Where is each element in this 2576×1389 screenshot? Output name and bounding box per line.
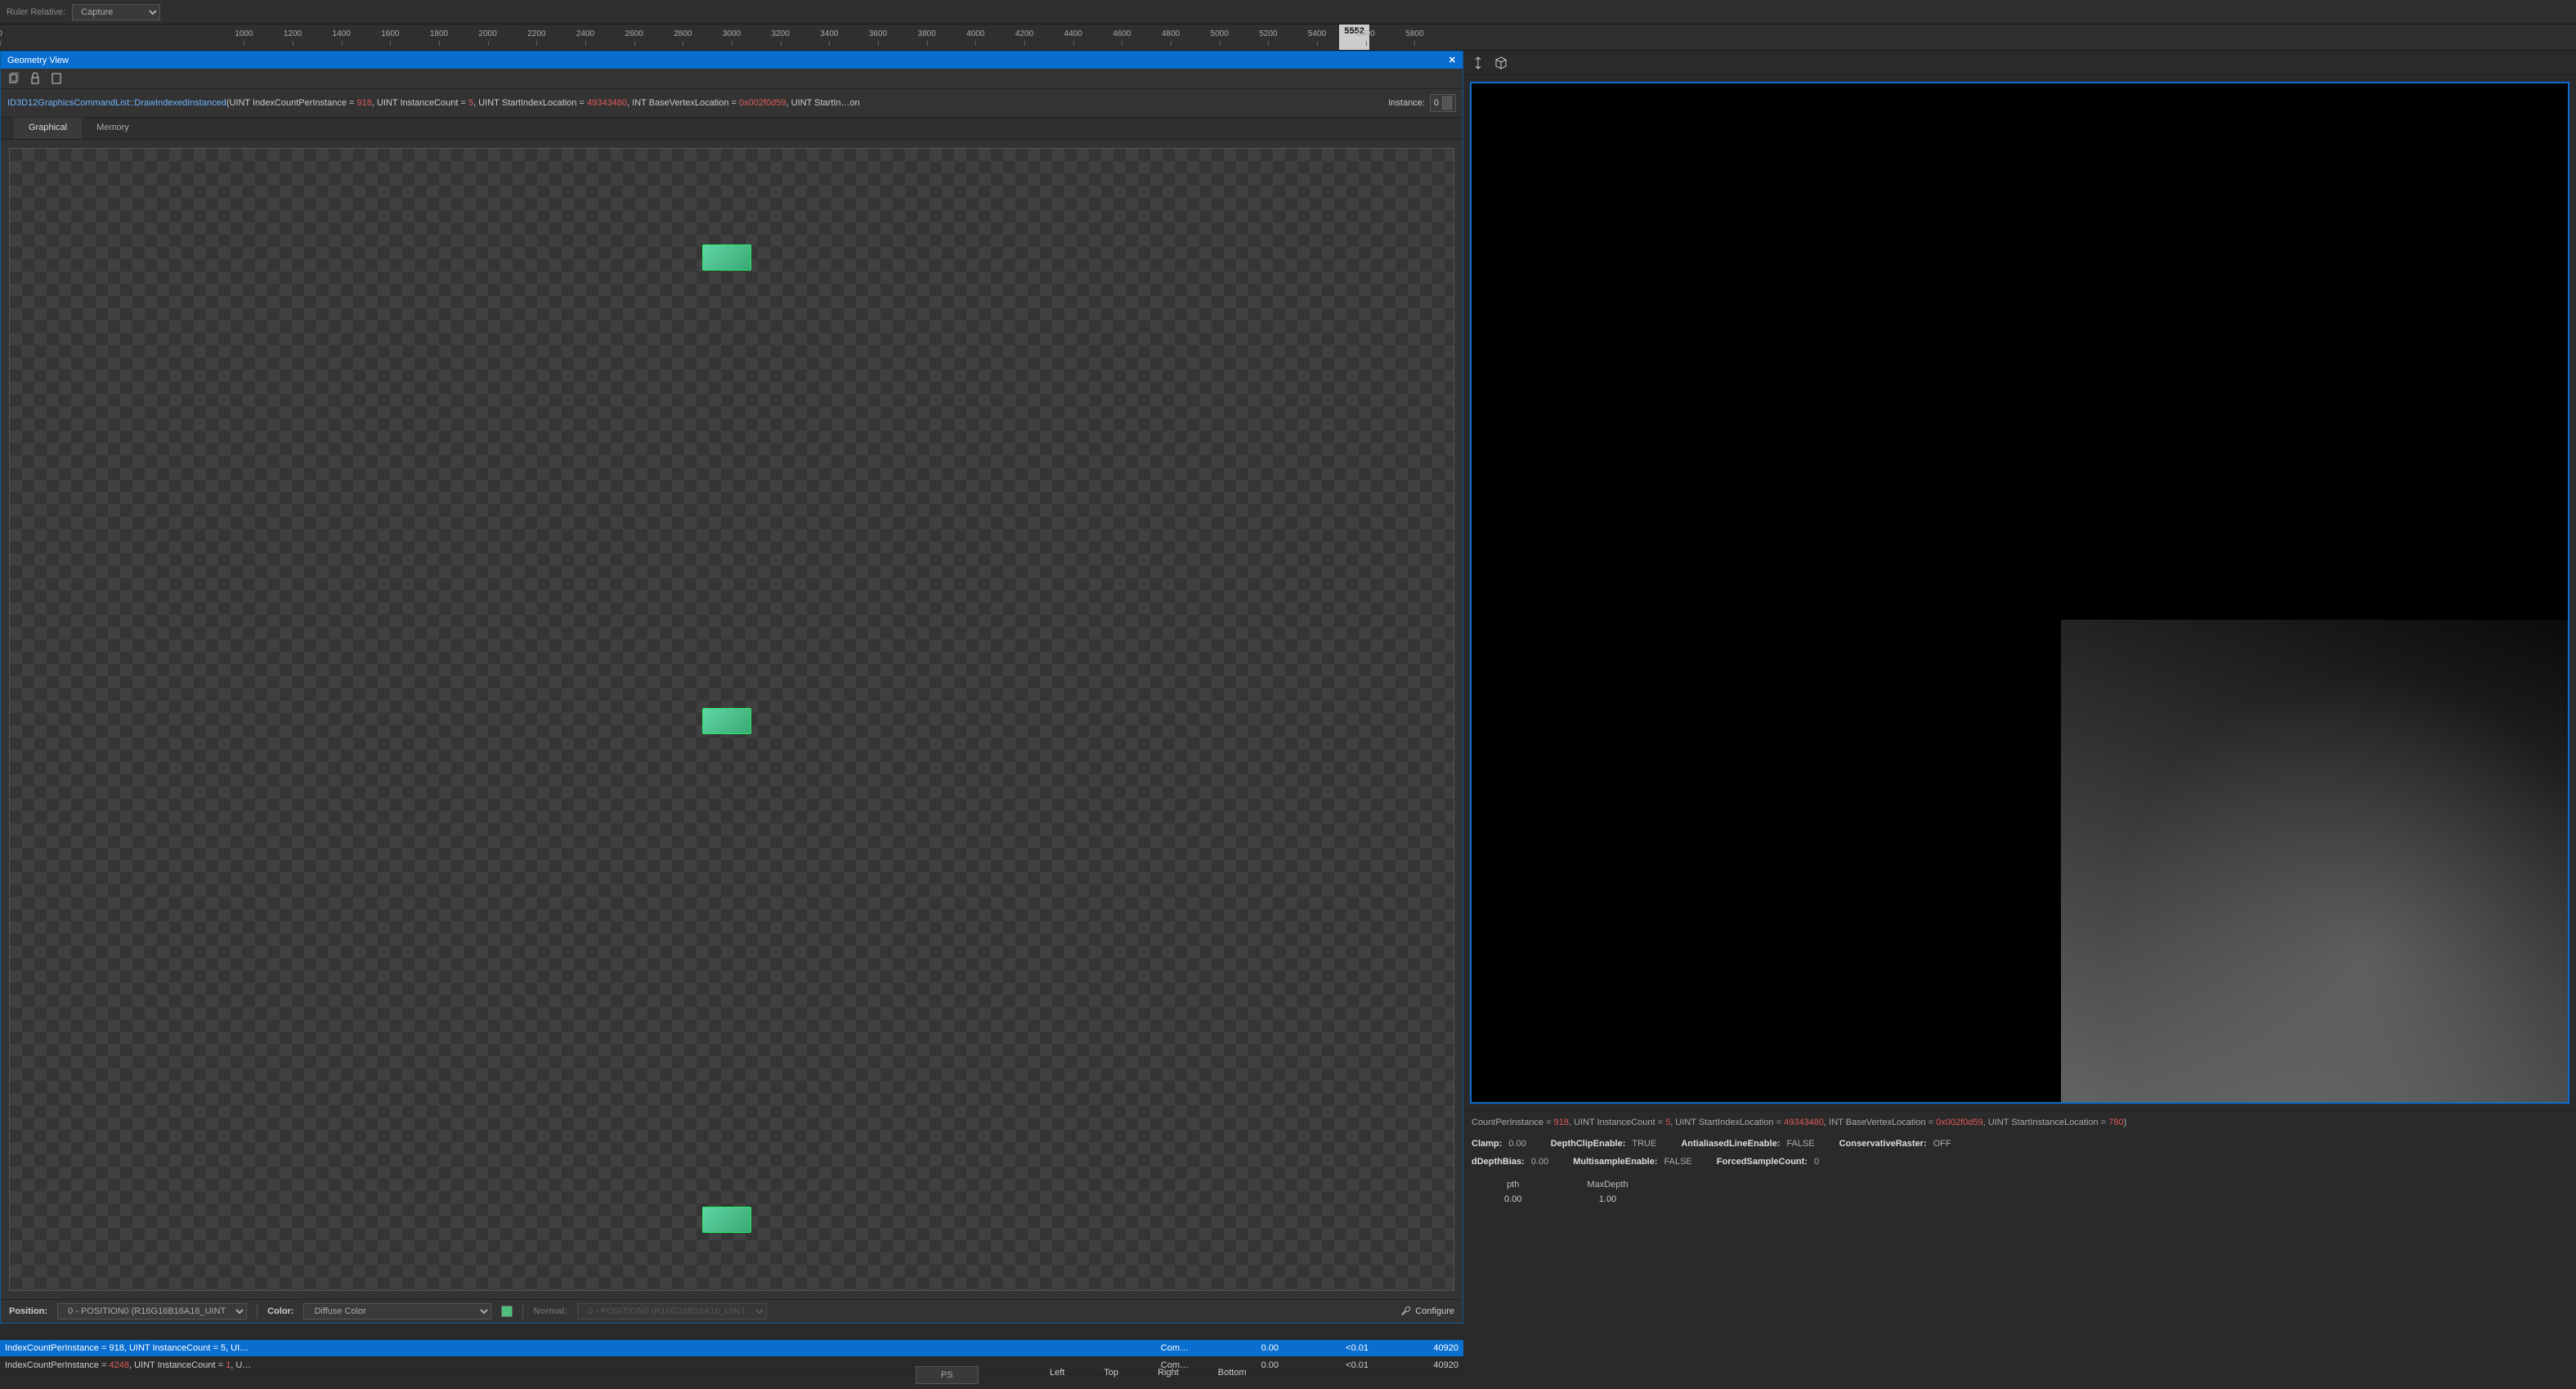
max-depth-column: MaxDepth 1.00 <box>1587 1180 1628 1204</box>
color-mode-select[interactable]: Diffuse Color <box>303 1303 491 1320</box>
draw-call-row: ID3D12GraphicsCommandList::DrawIndexedIn… <box>1 89 1463 118</box>
pipeline-state-panel: CountPerInstance = 918, UINT InstanceCou… <box>1463 1110 2576 1216</box>
ruler-tick: 2200 <box>527 29 545 38</box>
geometry-viewport[interactable] <box>1 140 1463 1299</box>
ruler-tick: 5200 <box>1259 29 1277 38</box>
ruler-tick: 5800 <box>1405 29 1423 38</box>
side-tab-right[interactable]: Right <box>1146 1363 1190 1382</box>
ruler-tick: 3600 <box>869 29 887 38</box>
ruler-tick: 2000 <box>479 29 497 38</box>
normal-attr-select: 0 - POSITION0 (R16G16B16A16_UINT <box>577 1303 767 1320</box>
ruler-tick: 1200 <box>284 29 302 38</box>
wrench-icon <box>1400 1306 1412 1317</box>
geometry-view-panel: Geometry View ✕ ID3D12GraphicsCommandLis… <box>0 51 1463 1324</box>
ruler-tick: 3000 <box>723 29 741 38</box>
configure-button[interactable]: Configure <box>1415 1306 1454 1316</box>
ruler-tick: 1800 <box>430 29 448 38</box>
color-swatch[interactable] <box>501 1306 513 1317</box>
color-label: Color: <box>267 1306 293 1316</box>
side-tab-bottom[interactable]: Bottom <box>1207 1363 1258 1382</box>
position-label: Position: <box>9 1306 47 1316</box>
side-tab-left[interactable]: Left <box>1038 1363 1076 1382</box>
viewport-depth-table: pth 0.00 MaxDepth 1.00 <box>1472 1175 2568 1209</box>
geometry-view-titlebar[interactable]: Geometry View ✕ <box>1 52 1463 69</box>
ps-stage-button[interactable]: PS <box>916 1366 979 1384</box>
viewport-side-tabs: Left Top Right Bottom <box>1038 1363 1258 1382</box>
ruler-tick: 0 <box>0 29 2 38</box>
mesh-instance-3[interactable] <box>702 1207 751 1233</box>
geometry-tabs: Graphical Memory <box>1 118 1463 140</box>
geometry-view-title: Geometry View <box>7 56 69 65</box>
ruler-tick: 4000 <box>966 29 984 38</box>
timeline-ruler[interactable]: 5552 01000120014001600180020002200240026… <box>0 25 2576 51</box>
min-depth-column: pth 0.00 <box>1504 1180 1521 1204</box>
ruler-tick: 2400 <box>576 29 594 38</box>
raster-state-row2: dDepthBias:0.00 MultisampleEnable:FALSE … <box>1472 1157 2568 1167</box>
ruler-tick: 3800 <box>918 29 936 38</box>
pipeline-call-text: CountPerInstance = 918, UINT InstanceCou… <box>1472 1118 2568 1127</box>
ruler-mode-select[interactable]: Capture <box>72 4 160 20</box>
event-text: IndexCountPerInstance = 918, UINT Instan… <box>5 1343 1145 1353</box>
ruler-tick: 4400 <box>1064 29 1082 38</box>
side-tab-top[interactable]: Top <box>1092 1363 1130 1382</box>
normal-label: Normal: <box>533 1306 567 1316</box>
event-row-selected[interactable]: IndexCountPerInstance = 918, UINT Instan… <box>0 1340 1463 1357</box>
tab-graphical[interactable]: Graphical <box>14 118 82 139</box>
arrows-vertical-icon[interactable] <box>1472 56 1485 69</box>
ruler-tick: 2800 <box>674 29 692 38</box>
ruler-tick: 5600 <box>1357 29 1375 38</box>
ruler-relative-label: Ruler Relative: <box>7 7 65 17</box>
draw-call-text: ID3D12GraphicsCommandList::DrawIndexedIn… <box>7 98 1383 108</box>
right-column: CountPerInstance = 918, UINT InstanceCou… <box>1463 51 2576 1389</box>
instance-value: 0 <box>1434 98 1439 108</box>
ruler-tick: 2600 <box>625 29 643 38</box>
ruler-tick: 1000 <box>235 29 253 38</box>
ruler-tick: 3200 <box>772 29 790 38</box>
top-bar: Ruler Relative: Capture <box>0 0 2576 25</box>
tab-memory[interactable]: Memory <box>82 118 144 139</box>
ruler-tick: 1400 <box>333 29 351 38</box>
ruler-tick: 4200 <box>1015 29 1033 38</box>
document-icon[interactable] <box>50 72 63 85</box>
render-target-preview[interactable] <box>1470 82 2569 1104</box>
ruler-tick: 5400 <box>1308 29 1326 38</box>
pipeline-stage-buttons: PS <box>916 1366 979 1384</box>
spinner-up-down-icon[interactable] <box>1442 96 1452 110</box>
mesh-instance-2[interactable] <box>702 708 751 734</box>
position-attr-select[interactable]: 0 - POSITION0 (R16G16B16A16_UINT <box>57 1303 247 1320</box>
ruler-tick: 3400 <box>820 29 838 38</box>
raster-state-row1: Clamp:0.00 DepthClipEnable:TRUE Antialia… <box>1472 1139 2568 1149</box>
ruler-tick: 1600 <box>381 29 399 38</box>
left-column: Geometry View ✕ ID3D12GraphicsCommandLis… <box>0 51 1463 1389</box>
geometry-footer: Position: 0 - POSITION0 (R16G16B16A16_UI… <box>1 1299 1463 1323</box>
geometry-toolbar <box>1 69 1463 89</box>
preview-toolbar <box>1463 51 2576 75</box>
draw-call-fn: ID3D12GraphicsCommandList::DrawIndexedIn… <box>7 98 226 108</box>
ruler-tick: 4600 <box>1113 29 1131 38</box>
lock-icon[interactable] <box>29 72 42 85</box>
copy-icon[interactable] <box>7 72 20 85</box>
mesh-instance-1[interactable] <box>702 244 751 271</box>
ruler-tick: 5000 <box>1211 29 1229 38</box>
depth-image <box>2061 620 2568 1102</box>
instance-label: Instance: <box>1388 98 1425 108</box>
cube-icon[interactable] <box>1494 56 1508 69</box>
ruler-tick: 4800 <box>1162 29 1180 38</box>
close-icon[interactable]: ✕ <box>1449 55 1456 65</box>
instance-spinner[interactable]: 0 <box>1430 94 1456 112</box>
